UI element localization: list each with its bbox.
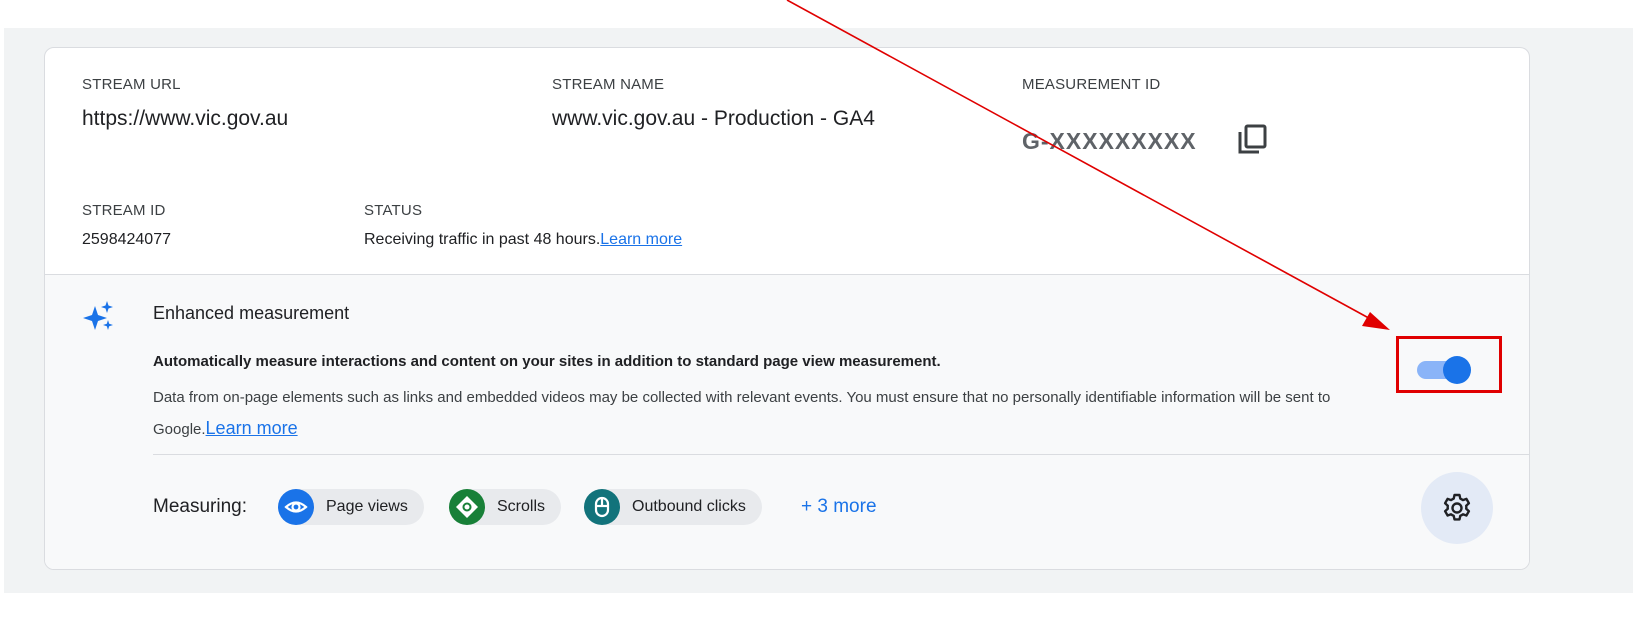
- stream-url-label: STREAM URL: [82, 76, 181, 93]
- chip-label: Scrolls: [497, 498, 546, 515]
- more-measurements-link[interactable]: + 3 more: [801, 496, 877, 518]
- enhanced-desc-text: Data from on-page elements such as links…: [153, 389, 1331, 438]
- chip-label: Page views: [326, 498, 408, 515]
- stream-id-label: STREAM ID: [82, 202, 166, 219]
- status-text: Receiving traffic in past 48 hours.Learn…: [364, 231, 682, 249]
- stream-name-value: www.vic.gov.au - Production - GA4: [552, 107, 875, 130]
- measurement-id-value: G-XXXXXXXXX: [1022, 128, 1197, 154]
- chip-outbound-clicks[interactable]: Outbound clicks: [584, 489, 762, 525]
- stream-url-value: https://www.vic.gov.au: [82, 107, 289, 130]
- gear-icon: [1443, 493, 1471, 521]
- chip-label: Outbound clicks: [632, 498, 746, 515]
- enhanced-measurement-description: Data from on-page elements such as links…: [153, 383, 1403, 445]
- status-value: Receiving traffic in past 48 hours.: [364, 231, 601, 248]
- enhanced-measurement-summary: Automatically measure interactions and c…: [153, 353, 941, 370]
- toggle-highlight-box: [1396, 336, 1502, 393]
- sparkle-icon: [83, 301, 113, 330]
- status-learn-more-link[interactable]: Learn more: [600, 231, 682, 248]
- measuring-label: Measuring:: [153, 496, 247, 517]
- eye-icon: [278, 489, 314, 525]
- section-divider: [153, 454, 1529, 455]
- mouse-icon: [584, 489, 620, 525]
- enhanced-measurement-title: Enhanced measurement: [153, 303, 350, 323]
- stream-id-value: 2598424077: [82, 231, 171, 248]
- chip-scrolls[interactable]: Scrolls: [449, 489, 562, 525]
- scroll-icon: [449, 489, 485, 525]
- settings-button[interactable]: [1421, 472, 1493, 544]
- stream-details-card: STREAM URL https://www.vic.gov.au STREAM…: [44, 47, 1530, 570]
- stream-name-label: STREAM NAME: [552, 76, 665, 93]
- copy-icon[interactable]: [1235, 121, 1271, 157]
- status-label: STATUS: [364, 202, 423, 219]
- measurement-id-label: MEASUREMENT ID: [1022, 76, 1161, 93]
- enhanced-learn-more-link[interactable]: Learn more: [206, 418, 298, 438]
- chip-page-views[interactable]: Page views: [278, 489, 424, 525]
